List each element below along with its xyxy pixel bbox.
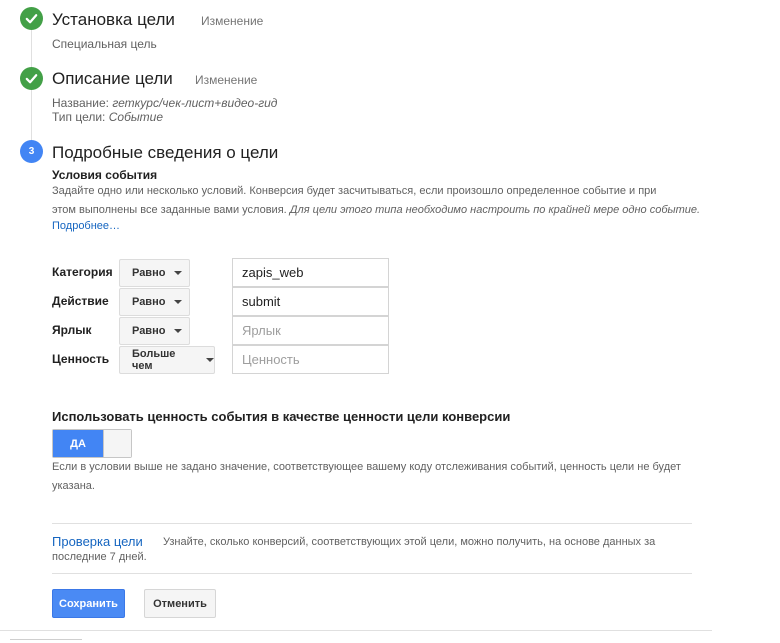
learn-more-link[interactable]: Подробнее… <box>52 220 120 232</box>
action-operator-select[interactable]: Равно <box>119 288 190 316</box>
condition-label-label: Ярлык <box>52 323 92 337</box>
step-1-subtitle: Специальная цель <box>52 37 157 51</box>
step-2-check-icon <box>20 67 43 90</box>
goal-name-line: Название: геткурс/чек-лист+видео-гид <box>52 96 277 110</box>
label-operator-value: Равно <box>132 325 166 337</box>
condition-label-category: Категория <box>52 265 113 279</box>
step-2-title: Описание цели <box>52 69 173 88</box>
chevron-down-icon <box>174 329 183 333</box>
category-operator-value: Равно <box>132 267 166 279</box>
bottom-divider <box>0 630 712 631</box>
save-button[interactable]: Сохранить <box>52 589 125 618</box>
use-event-value-heading: Использовать ценность события в качестве… <box>52 409 511 424</box>
cancel-button[interactable]: Отменить <box>144 589 216 618</box>
step-1-title: Установка цели <box>52 10 175 29</box>
goal-type-label: Тип цели: <box>52 110 106 124</box>
desc-line-2: этом выполнены все заданные вами условия… <box>52 204 287 216</box>
action-value-input[interactable] <box>232 287 389 316</box>
verify-goal-link[interactable]: Проверка цели <box>52 534 143 549</box>
divider <box>52 573 692 574</box>
divider <box>52 523 692 524</box>
conditions-heading: Условия события <box>52 168 158 182</box>
category-value-input[interactable] <box>232 258 389 287</box>
step-2-edit-link[interactable]: Изменение <box>195 73 257 87</box>
goal-name-value: геткурс/чек-лист+видео-гид <box>112 96 278 110</box>
label-operator-select[interactable]: Равно <box>119 317 190 345</box>
event-value-note: Если в условии выше не задано значение, … <box>52 461 681 492</box>
condition-label-value: Ценность <box>52 352 110 366</box>
step-3-title: Подробные сведения о цели <box>52 143 279 162</box>
bottom-edge-line <box>10 639 82 640</box>
step-1-check-icon <box>20 7 43 30</box>
desc-italic-note: Для цели этого типа необходимо настроить… <box>289 204 701 216</box>
checkmark-icon <box>25 74 38 84</box>
value-operator-value: Больше чем <box>132 348 176 372</box>
value-operator-select[interactable]: Больше чем <box>119 346 215 374</box>
checkmark-icon <box>25 14 38 24</box>
step-3-number-badge: 3 <box>20 140 43 163</box>
toggle-knob <box>103 430 131 457</box>
category-operator-select[interactable]: Равно <box>119 259 190 287</box>
toggle-on-label: ДА <box>53 430 103 457</box>
verify-goal-description: Узнайте, сколько конверсий, соответствую… <box>52 536 656 563</box>
desc-line-1: Задайте одно или несколько условий. Конв… <box>52 185 657 197</box>
chevron-down-icon <box>206 358 214 362</box>
step-1-edit-link[interactable]: Изменение <box>201 14 263 28</box>
goal-type-line: Тип цели: Событие <box>52 110 163 124</box>
chevron-down-icon <box>174 300 183 304</box>
value-value-input[interactable] <box>232 345 389 374</box>
goal-name-label: Название: <box>52 96 109 110</box>
action-operator-value: Равно <box>132 296 166 308</box>
goal-type-value: Событие <box>108 110 163 124</box>
condition-label-action: Действие <box>52 294 109 308</box>
label-value-input[interactable] <box>232 316 389 345</box>
chevron-down-icon <box>174 271 183 275</box>
use-event-value-toggle[interactable]: ДА <box>52 429 132 458</box>
conditions-description: Задайте одно или несколько условий. Конв… <box>52 182 712 220</box>
